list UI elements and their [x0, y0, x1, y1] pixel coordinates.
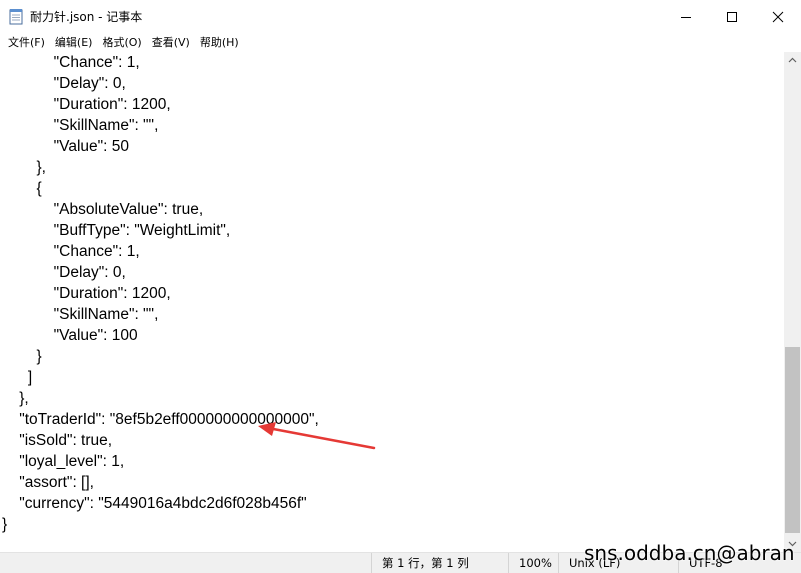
- code-line: "Chance": 1,: [2, 54, 140, 71]
- menu-format[interactable]: 格式(O): [97, 33, 146, 52]
- code-line: "assort": [],: [2, 474, 94, 491]
- code-line: },: [2, 159, 46, 176]
- menu-bar: 文件(F) 编辑(E) 格式(O) 查看(V) 帮助(H): [0, 33, 801, 52]
- code-line: "SkillName": "",: [2, 117, 159, 134]
- code-line: "Duration": 1200,: [2, 96, 171, 113]
- code-line: "Value": 100: [2, 327, 138, 344]
- menu-help[interactable]: 帮助(H): [195, 33, 244, 52]
- code-line: "SkillName": "",: [2, 306, 159, 323]
- code-line: "Chance": 1,: [2, 243, 140, 260]
- code-line: "Delay": 0,: [2, 264, 126, 281]
- code-line: "currency": "5449016a4bdc2d6f028b456f": [2, 495, 307, 512]
- menu-view[interactable]: 查看(V): [147, 33, 195, 52]
- menu-file[interactable]: 文件(F): [3, 33, 50, 52]
- minimize-icon: [681, 16, 691, 18]
- minimize-button[interactable]: [663, 0, 709, 33]
- menu-edit[interactable]: 编辑(E): [50, 33, 98, 52]
- close-icon: [772, 11, 784, 22]
- notepad-icon: [9, 9, 23, 25]
- scroll-up-icon[interactable]: [784, 52, 801, 69]
- watermark-text: sns.oddba.cn@abran: [584, 541, 795, 565]
- code-line: "toTraderId": "8ef5b2eff000000000000000"…: [2, 411, 319, 428]
- code-line: "loyal_level": 1,: [2, 453, 125, 470]
- code-line: },: [2, 390, 29, 407]
- scrollbar-thumb[interactable]: [785, 347, 800, 533]
- code-line: "Duration": 1200,: [2, 285, 171, 302]
- zoom-level: 100%: [508, 553, 563, 573]
- code-line: "AbsoluteValue": true,: [2, 201, 204, 218]
- maximize-icon: [727, 11, 737, 22]
- code-line: }: [2, 516, 8, 533]
- code-line: "Delay": 0,: [2, 75, 126, 92]
- code-line: {: [2, 180, 42, 197]
- close-button[interactable]: [755, 0, 801, 33]
- title-bar: 耐力针.json - 记事本: [0, 0, 801, 33]
- code-line: "BuffType": "WeightLimit",: [2, 222, 231, 239]
- code-line: "isSold": true,: [2, 432, 113, 449]
- code-line: ]: [2, 369, 33, 386]
- code-line: "Value": 50: [2, 138, 130, 155]
- cursor-position: 第 1 行，第 1 列: [371, 553, 508, 573]
- text-editor[interactable]: "Chance": 1, "Delay": 0, "Duration": 120…: [0, 52, 784, 552]
- window-title: 耐力针.json - 记事本: [30, 10, 143, 24]
- maximize-button[interactable]: [709, 0, 755, 33]
- code-line: }: [2, 348, 42, 365]
